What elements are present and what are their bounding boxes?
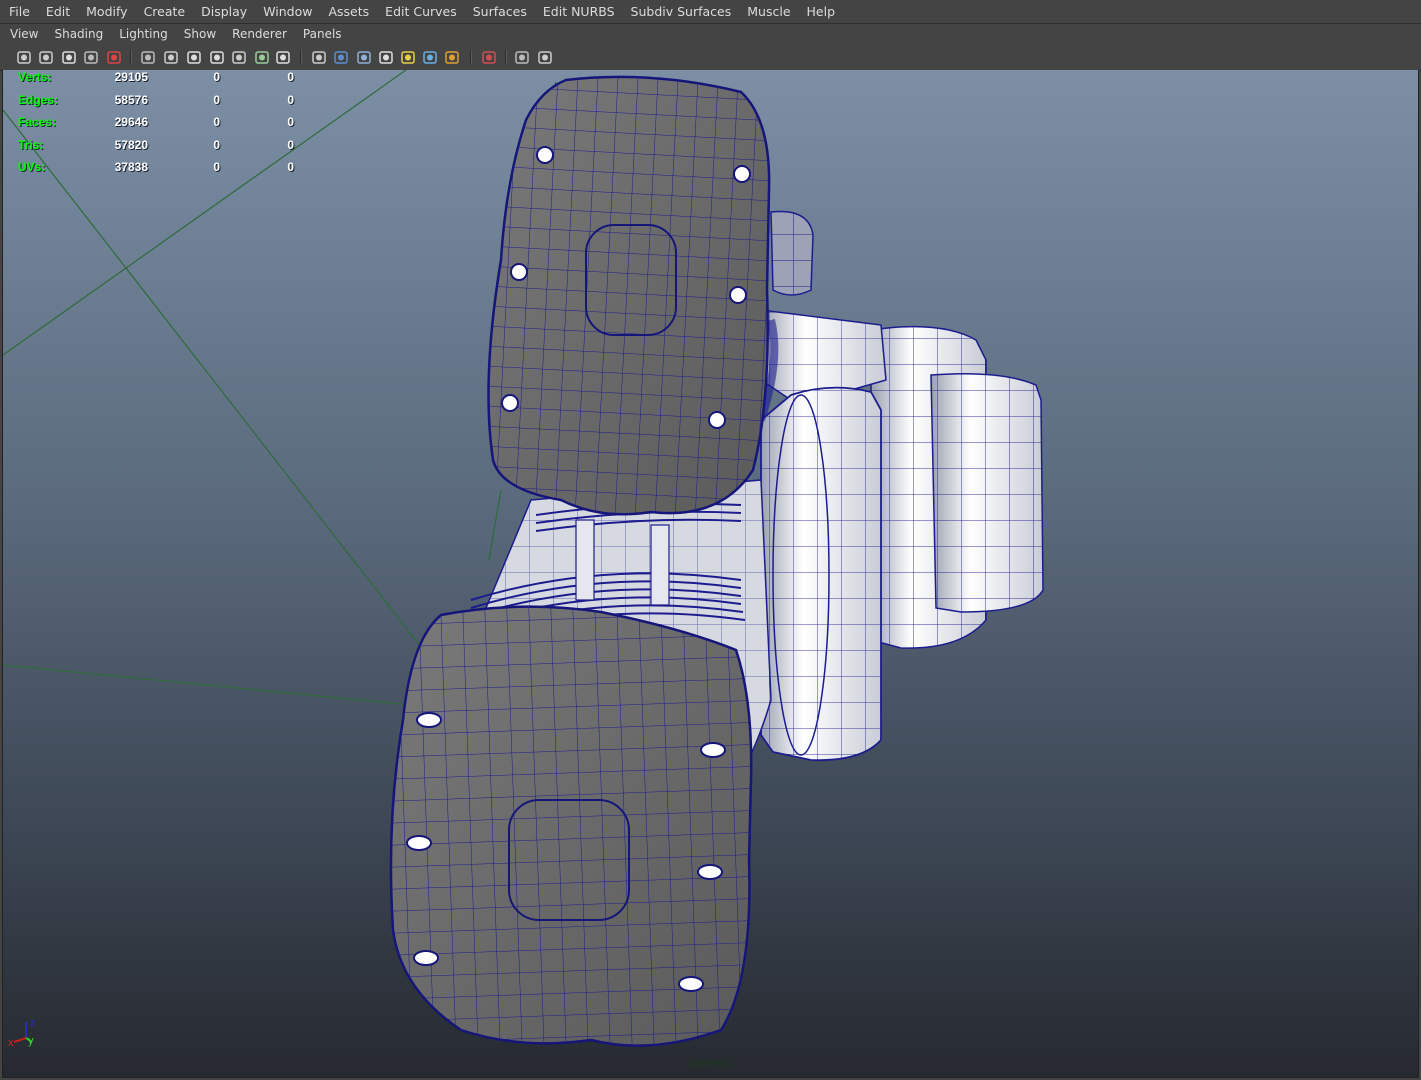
hud-value-selected: 0 <box>213 115 220 129</box>
panel-menu-lighting[interactable]: Lighting <box>111 24 176 45</box>
lower-head <box>389 605 753 1047</box>
wireframe-on-shaded-icon[interactable] <box>333 49 350 66</box>
film-gate-icon[interactable] <box>163 49 180 66</box>
hud-value-selected: 0 <box>213 70 220 84</box>
pulley-assembly <box>757 210 1044 762</box>
hud-label: Edges: <box>18 92 59 107</box>
hud-value-selected: 0 <box>213 137 220 152</box>
hud-value-selected-2: 0 <box>287 160 294 174</box>
field-chart-icon[interactable] <box>231 49 248 66</box>
axis-gizmo: z x y <box>8 1017 36 1049</box>
hud-value-total: 58576 <box>114 92 148 107</box>
toolbar-separator <box>300 50 302 65</box>
smooth-shade-icon[interactable] <box>311 49 328 66</box>
hud-label: UVs: <box>18 160 46 174</box>
menu-edit-curves[interactable]: Edit Curves <box>377 0 465 23</box>
panel-menu-shading[interactable]: Shading <box>46 24 111 45</box>
hud-value-total: 57820 <box>114 137 148 152</box>
safe-action-icon[interactable] <box>209 49 226 66</box>
scene-svg <box>3 70 1044 1047</box>
camera-attributes-icon[interactable] <box>38 49 55 66</box>
axis-y-label: y <box>28 1035 34 1047</box>
textured-icon[interactable] <box>356 49 373 66</box>
toolbar-separator <box>470 50 472 65</box>
backface-icon[interactable] <box>537 49 554 66</box>
camera-select-icon[interactable] <box>16 49 33 66</box>
panel-toolbar <box>0 45 1421 71</box>
panel-menu-renderer[interactable]: Renderer <box>224 24 295 45</box>
menu-modify[interactable]: Modify <box>78 0 135 23</box>
toolbar-separator <box>505 50 507 65</box>
hud-value-selected: 0 <box>213 160 220 174</box>
xray-icon[interactable] <box>481 49 498 66</box>
xray-joints-icon[interactable] <box>514 49 531 66</box>
hud-value-selected: 0 <box>213 92 220 107</box>
menu-edit-nurbs[interactable]: Edit NURBS <box>535 0 623 23</box>
hud-value-total: 29646 <box>114 115 148 129</box>
menu-assets[interactable]: Assets <box>320 0 377 23</box>
image-plane-icon[interactable] <box>83 49 100 66</box>
shadows-icon[interactable] <box>400 49 417 66</box>
menu-surfaces[interactable]: Surfaces <box>465 0 535 23</box>
main-menu-bar: File Edit Modify Create Display Window Assets E… <box>0 0 1421 24</box>
bookmark-icon[interactable] <box>61 49 78 66</box>
hud-label: Faces: <box>18 115 57 129</box>
panel-menu-view[interactable]: View <box>0 24 46 45</box>
two-d-pan-icon[interactable] <box>106 49 123 66</box>
hud-label: Tris: <box>18 137 44 152</box>
axis-z-label: z <box>30 1017 36 1029</box>
wireframe-icon[interactable] <box>275 49 292 66</box>
axis-x-label: x <box>8 1037 14 1049</box>
menu-muscle[interactable]: Muscle <box>739 0 798 23</box>
hud-value-total: 29105 <box>114 70 148 84</box>
panel-menu-show[interactable]: Show <box>176 24 224 45</box>
camera-name-label: camera1 <box>688 1056 735 1070</box>
menu-create[interactable]: Create <box>136 0 194 23</box>
safe-title-icon[interactable] <box>254 49 271 66</box>
menu-display[interactable]: Display <box>193 0 255 23</box>
viewport-3d[interactable] <box>2 70 1419 1078</box>
menu-file[interactable]: File <box>0 0 38 23</box>
hud-value-selected-2: 0 <box>287 70 294 84</box>
menu-edit[interactable]: Edit <box>38 0 78 23</box>
menu-window[interactable]: Window <box>255 0 320 23</box>
panel-menu-panels[interactable]: Panels <box>295 24 350 45</box>
isolate-select-icon[interactable] <box>444 49 461 66</box>
upper-head <box>487 75 771 516</box>
use-all-lights-icon[interactable] <box>378 49 395 66</box>
hud-value-selected-2: 0 <box>287 92 294 107</box>
hud-value-selected-2: 0 <box>287 137 294 152</box>
grid-icon[interactable] <box>140 49 157 66</box>
menu-subdiv-surfaces[interactable]: Subdiv Surfaces <box>623 0 740 23</box>
hud-label: Verts: <box>18 70 52 84</box>
high-quality-icon[interactable] <box>422 49 439 66</box>
menu-help[interactable]: Help <box>799 0 844 23</box>
resolution-gate-icon[interactable] <box>186 49 203 66</box>
hud-value-total: 37838 <box>114 160 148 174</box>
panel-menu-bar: View Shading Lighting Show Renderer Panels <box>0 24 1421 45</box>
hud-value-selected-2: 0 <box>287 115 294 129</box>
toolbar-separator <box>130 50 132 65</box>
